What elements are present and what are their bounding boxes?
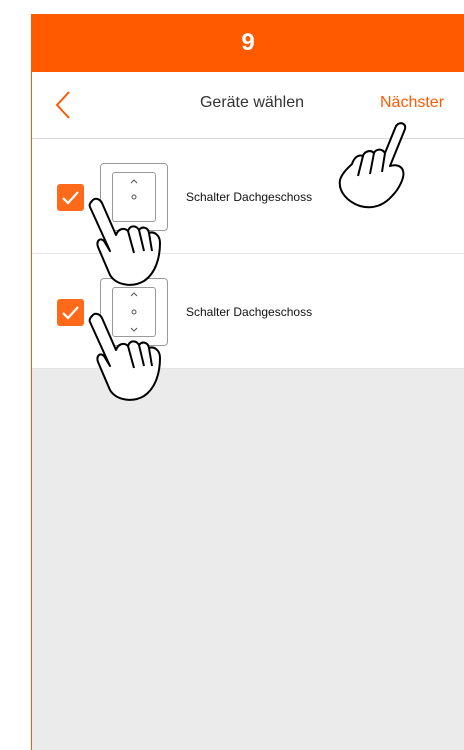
back-button[interactable] bbox=[54, 90, 74, 120]
device-label: Schalter Dachgeschoss bbox=[186, 190, 313, 204]
empty-area bbox=[32, 369, 464, 750]
device-row[interactable]: Schalter Dachgeschoss bbox=[32, 254, 464, 369]
navigation-bar: Geräte wählen Nächster bbox=[32, 72, 464, 139]
next-button[interactable]: Nächster bbox=[380, 94, 444, 112]
phone-screen: Geräte wählen Nächster Schalter Dachgesc… bbox=[32, 72, 464, 750]
checkmark-icon bbox=[62, 306, 79, 320]
page-title: Geräte wählen bbox=[199, 94, 305, 111]
switch-rocker bbox=[112, 287, 156, 337]
device-label: Schalter Dachgeschoss bbox=[186, 305, 313, 319]
switch-rocker bbox=[112, 172, 156, 222]
device-row[interactable]: Schalter Dachgeschoss bbox=[32, 139, 464, 254]
device-checkbox[interactable] bbox=[57, 184, 84, 211]
device-checkbox[interactable] bbox=[57, 299, 84, 326]
chevron-left-icon bbox=[55, 91, 70, 119]
checkmark-icon bbox=[62, 191, 79, 205]
wall-switch-icon bbox=[100, 278, 168, 346]
step-banner: 9 bbox=[32, 14, 464, 72]
wall-switch-icon bbox=[100, 163, 168, 231]
step-number: 9 bbox=[241, 29, 255, 56]
